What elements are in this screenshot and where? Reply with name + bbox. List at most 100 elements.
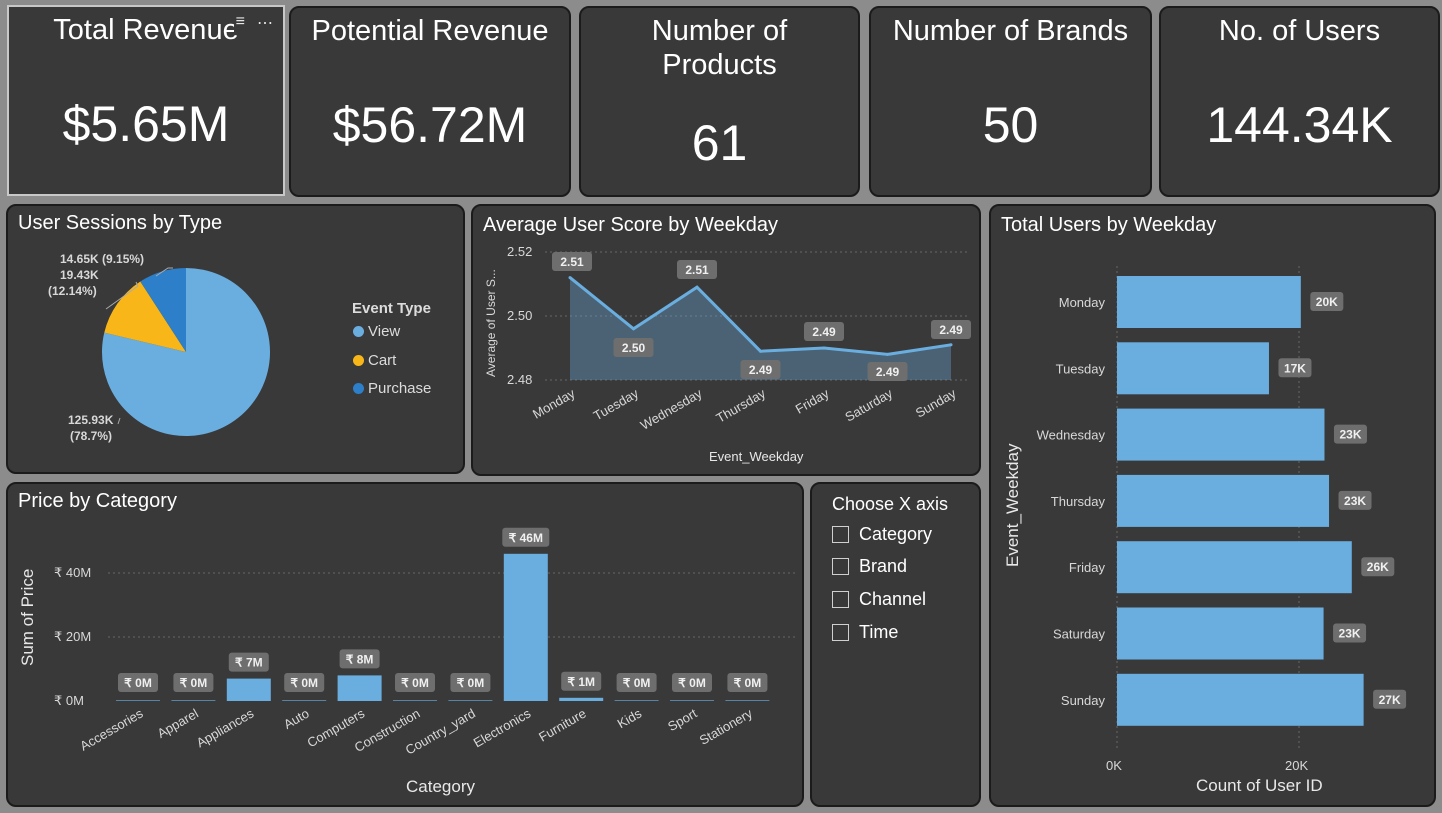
bar[interactable] [670,700,714,701]
bar[interactable] [1117,408,1325,461]
legend-item-view[interactable]: View [353,323,400,340]
data-label: 2.49 [939,323,963,337]
kpi-title: Number of Products [651,15,788,81]
view-data-label: 125.93K [68,413,114,427]
x-tick-label: Sport [665,705,700,734]
y-tick-label: Thursday [1051,494,1106,509]
more-options-icon[interactable]: ⋯ [257,13,273,33]
total-users-bar-panel[interactable]: Total Users by Weekday 0K 20K Count of U… [989,204,1436,807]
filter-icon[interactable]: ≡ [236,13,245,33]
kpi-title: Number of Brands [892,15,1129,47]
kpi-title: Potential Revenue [311,15,549,47]
x-tick-label: Friday [793,385,832,416]
x-axis-label: Event_Weekday [709,449,804,464]
area-chart: 2.52 2.50 2.48 Average of User S... Even… [484,244,971,464]
bar-chart: ₹ 40M ₹ 20M ₹ 0M Sum of Price Category ₹… [18,527,798,796]
choose-x-axis-slicer[interactable]: Choose X axis Category Brand Channel Tim… [810,482,981,807]
pie-chart: 14.65K (9.15%) 19.43K (12.14%) 125.93K (… [48,252,271,443]
slicer-option-label: Time [859,622,899,642]
x-tick-label: Monday [530,385,578,421]
slicer-option-channel[interactable]: Channel [832,589,926,610]
price-by-category-panel[interactable]: Price by Category ₹ 40M ₹ 20M ₹ 0M Sum o… [6,482,804,807]
checkbox[interactable] [832,526,849,543]
purchase-data-label: 14.65K (9.15%) [60,252,144,266]
bar[interactable] [559,697,604,701]
data-label: 27K [1379,693,1401,707]
data-point[interactable] [568,276,572,280]
data-point[interactable] [759,349,762,353]
bar[interactable] [503,553,548,701]
data-label: ₹ 0M [124,676,152,690]
slicer-option-category[interactable]: Category [832,524,932,545]
data-label: ₹ 0M [180,676,208,690]
x-tick-label: Stationery [697,705,756,748]
slicer-option-label: Brand [859,556,908,576]
x-axis-label: Count of User ID [1196,776,1323,795]
bar[interactable] [171,700,216,701]
data-label: 2.49 [876,365,900,379]
checkbox[interactable] [832,591,849,608]
visual-toolbar: ≡ ⋯ [233,13,275,33]
x-tick-label: Thursday [714,385,769,425]
data-label: 23K [1339,627,1361,641]
data-point[interactable] [632,327,635,331]
data-label: 20K [1316,295,1338,309]
avg-score-line-panel[interactable]: Average User Score by Weekday 2.52 2.50 … [471,204,981,476]
slicer-title: Choose X axis [832,494,949,514]
checkbox[interactable] [832,558,849,575]
legend-label: Cart [368,352,397,369]
bar[interactable] [1117,673,1364,726]
kpi-value: 144.34K [1206,97,1393,153]
bar[interactable] [614,700,659,701]
y-axis-label: Sum of Price [18,569,37,666]
slicer-option-label: Category [859,524,933,544]
data-label: 2.50 [622,341,646,355]
kpi-value: 50 [982,97,1039,153]
checkbox[interactable] [832,624,849,641]
kpi-card-total-revenue[interactable]: Total Revenue ≡ ⋯ $5.65M [7,5,285,196]
legend-item-cart[interactable]: Cart [353,352,396,369]
x-tick-label: Electronics [471,705,534,750]
data-label: ₹ 8M [346,652,374,666]
kpi-title: No. of Users [1218,15,1381,47]
bar[interactable] [337,675,382,701]
data-label: ₹ 0M [401,676,429,690]
x-tick-label: Saturday [842,385,895,424]
data-label: ₹ 0M [457,676,485,690]
bar[interactable] [1117,276,1301,328]
x-tick-label: Wednesday [638,385,705,432]
kpi-card-number-of-products[interactable]: Number of Products 61 [579,6,860,197]
legend-dot [353,383,364,394]
kpi-card-potential-revenue[interactable]: Potential Revenue $56.72M [289,6,571,197]
y-tick-label: ₹ 20M [54,629,91,644]
data-point[interactable] [949,343,953,347]
bar[interactable] [226,678,271,701]
bar[interactable] [1117,607,1324,660]
data-label: ₹ 7M [235,656,263,670]
kpi-card-number-of-users[interactable]: No. of Users 144.34K [1159,6,1440,197]
bar[interactable] [1117,342,1269,395]
bar[interactable] [1117,541,1352,594]
bar[interactable] [1117,474,1330,527]
slicer-option-brand[interactable]: Brand [832,556,907,577]
data-point[interactable] [695,285,699,289]
x-tick-label: Accessories [77,705,146,753]
slicer-option-time[interactable]: Time [832,622,898,643]
data-point[interactable] [886,352,889,356]
legend-dot [353,326,364,337]
data-label: ₹ 0M [623,676,651,690]
data-point[interactable] [822,346,826,350]
bar[interactable] [393,700,437,701]
bar[interactable] [282,700,327,701]
x-tick-label: Appliances [194,705,257,750]
legend-item-purchase[interactable]: Purchase [353,380,431,397]
y-tick-label: 2.52 [507,244,532,259]
x-tick-label: Furniture [536,706,589,745]
bar[interactable] [725,700,770,701]
bar[interactable] [116,700,160,701]
user-sessions-pie-panel[interactable]: User Sessions by Type 14.65K (9.15%) 19.… [6,204,465,474]
x-tick-label: 0K [1106,758,1122,773]
bar[interactable] [448,700,493,701]
kpi-card-number-of-brands[interactable]: Number of Brands 50 [869,6,1152,197]
kpi-value: $56.72M [332,97,528,153]
